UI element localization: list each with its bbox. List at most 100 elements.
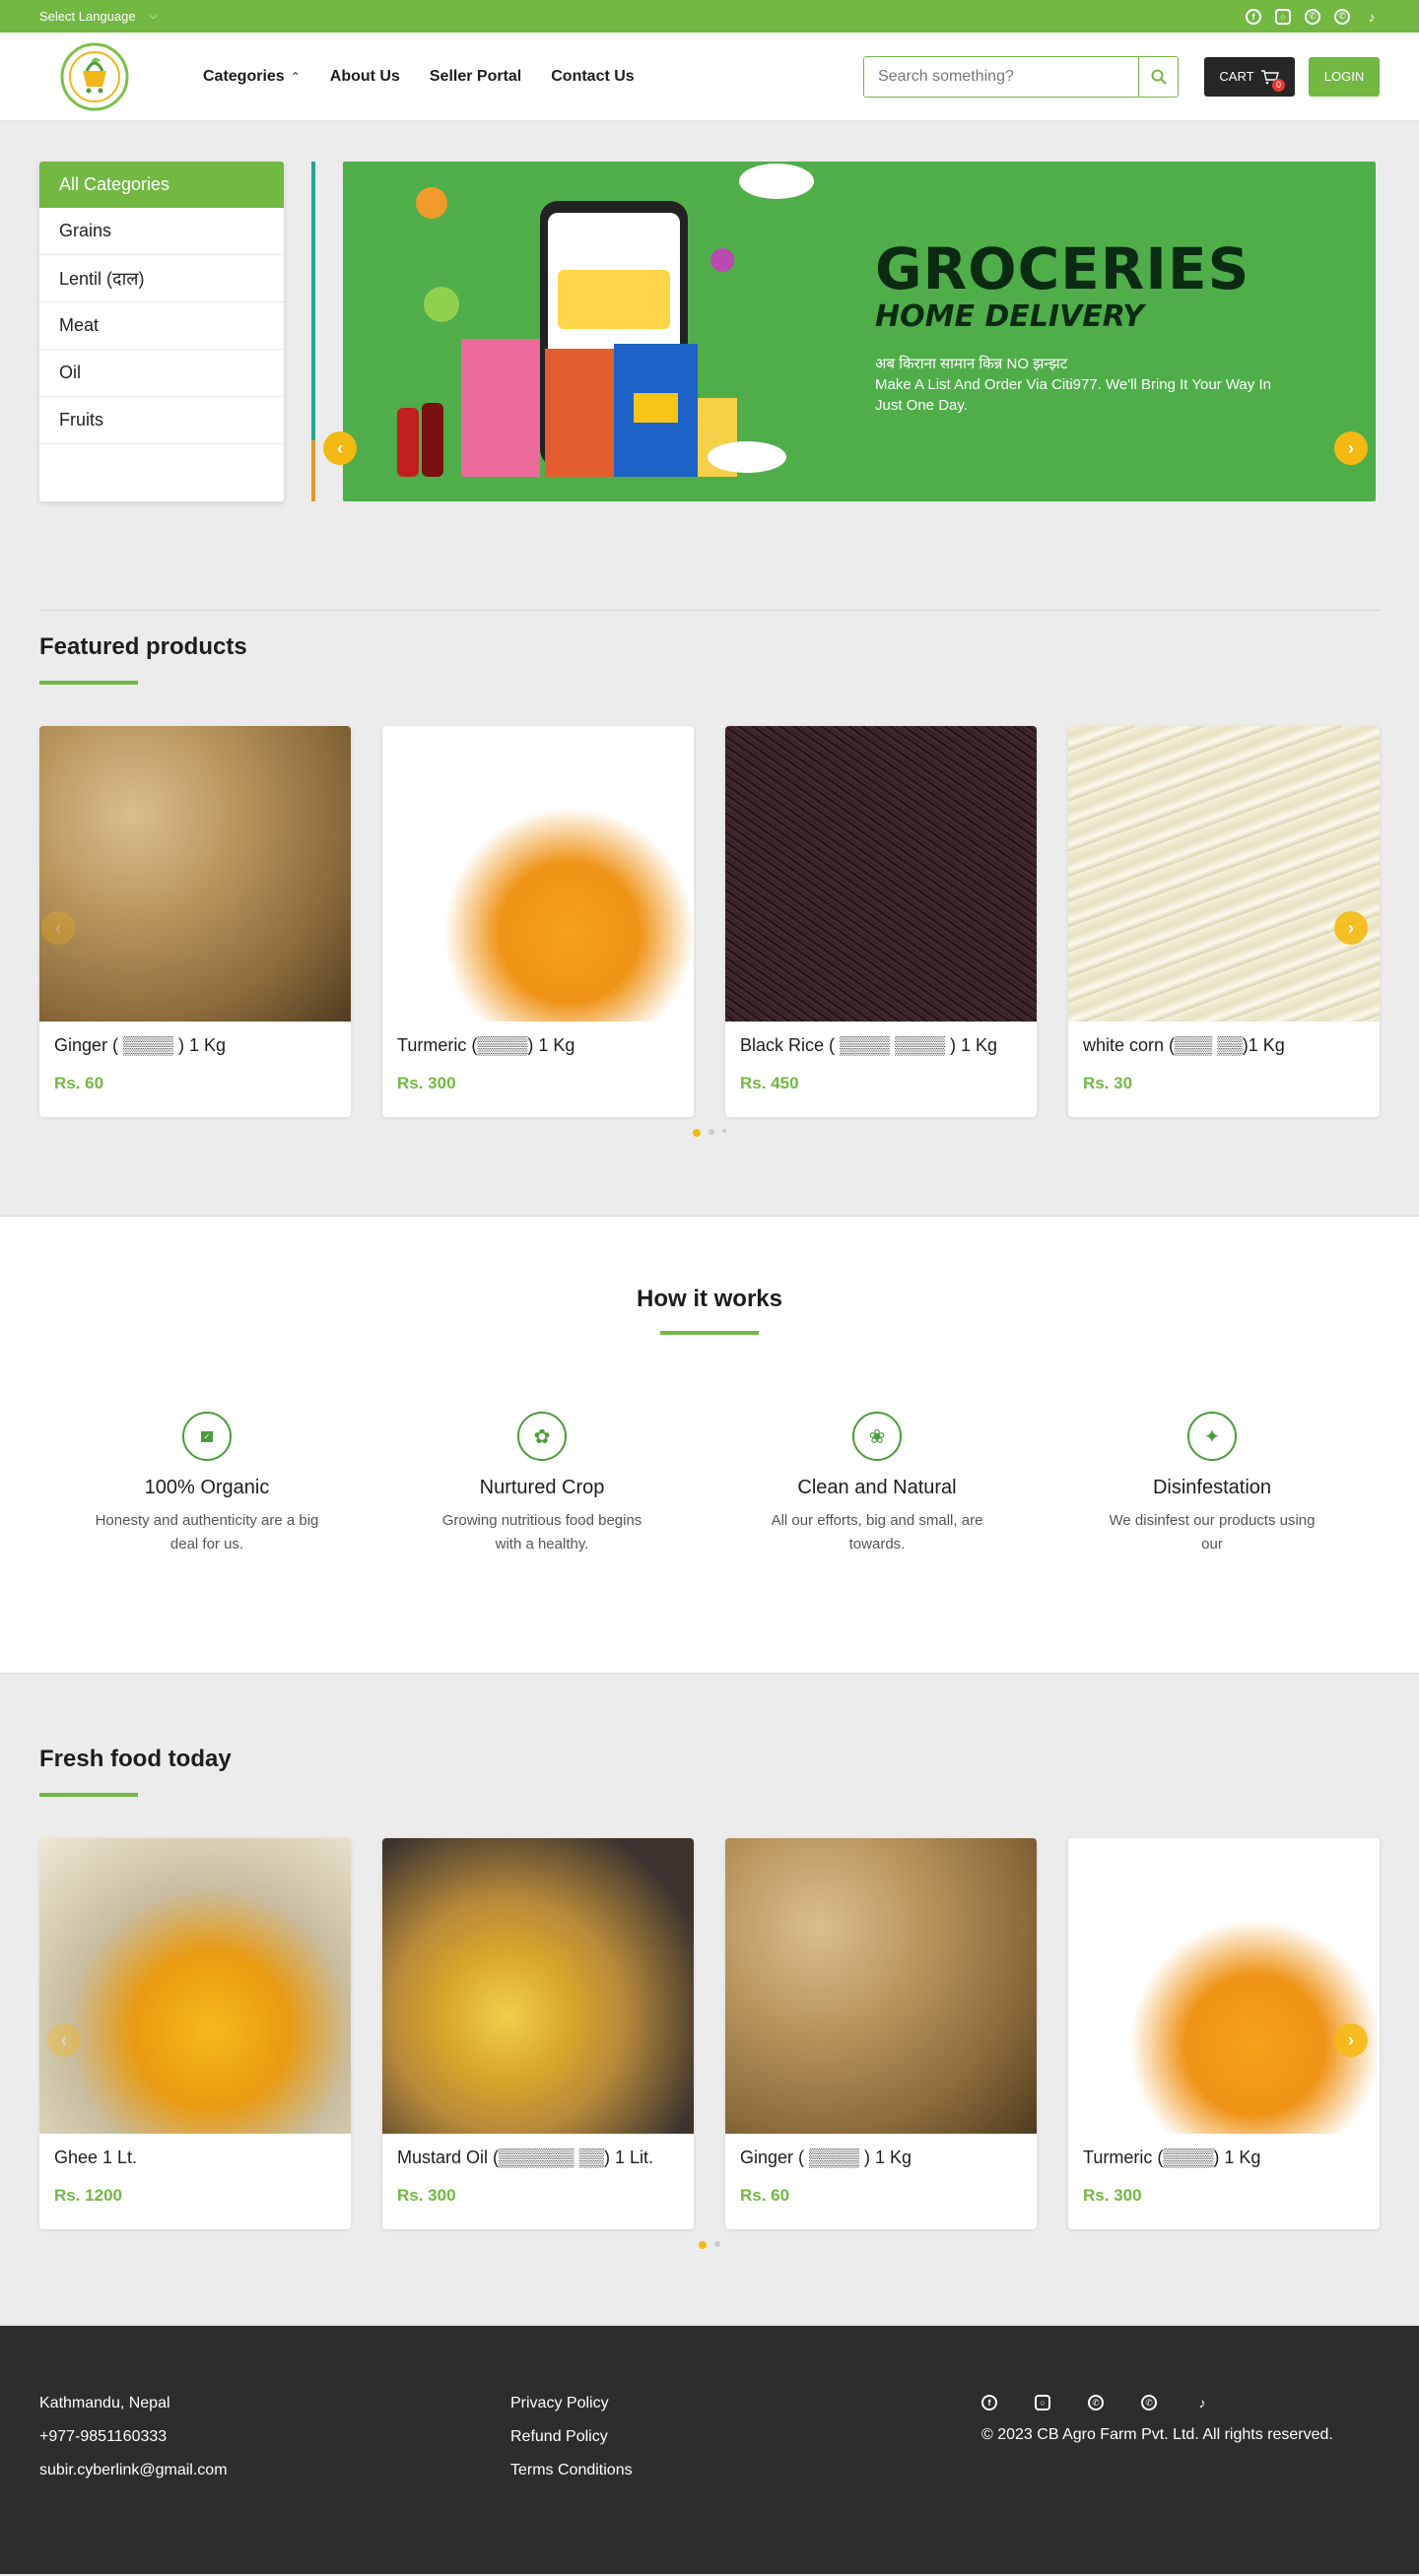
banner-groceries-illustration [397,164,814,477]
category-item-lentil[interactable]: Lentil (दाल) [39,255,284,302]
nav-about-us[interactable]: About Us [330,68,400,86]
product-name[interactable]: Black Rice ( ▒▒▒▒ ▒▒▒▒ ) 1 Kg [725,1022,1037,1056]
nav-categories[interactable]: Categories ⌃ [203,68,301,86]
nav-contact-us[interactable]: Contact Us [551,68,634,86]
product-card[interactable]: Black Rice ( ▒▒▒▒ ▒▒▒▒ ) 1 Kg Rs. 450 [725,726,1037,1117]
hero-section: All Categories Grains Lentil (दाल) Meat … [0,121,1419,610]
product-image[interactable] [382,1838,694,2134]
banner-subheadline: HOME DELIVERY [875,299,1144,334]
fresh-next-button[interactable]: › [1334,2023,1368,2057]
plant-circle-icon: ❀ [852,1412,902,1461]
all-categories-heading[interactable]: All Categories [39,162,284,208]
category-item-oil[interactable]: Oil [39,350,284,397]
hero-banner[interactable]: GROCERIES HOME DELIVERY अब किराना सामान … [343,162,1376,501]
banner-prev-button[interactable]: ‹ [323,431,357,465]
category-item-fruits[interactable]: Fruits [39,397,284,444]
product-image[interactable] [1068,1838,1380,2134]
feature-description: All our efforts, big and small, are towa… [771,1512,983,1552]
product-name[interactable]: Ginger ( ▒▒▒▒ ) 1 Kg [39,1022,351,1056]
product-image[interactable] [725,726,1037,1022]
title-underline [39,1793,138,1797]
feature-item: ✦ Disinfestation We disinfest our produc… [1045,1412,1380,1556]
refund-policy-link[interactable]: Refund Policy [510,2428,981,2446]
how-it-works-section: How it works ✓ 100% Organic Honesty and … [0,1216,1419,1674]
footer-social-links: f ○ ✆ ✆ ♪ [981,2395,1376,2411]
product-card[interactable]: Ginger ( ▒▒▒▒ ) 1 Kg Rs. 60 [39,726,351,1117]
product-card[interactable]: Turmeric (▒▒▒▒) 1 Kg Rs. 300 [382,726,694,1117]
product-image[interactable] [39,1838,351,2134]
pagination-dot[interactable] [722,1129,726,1133]
slide-preview-strip [311,162,315,501]
chevron-up-icon: ⌃ [290,69,301,84]
instagram-icon[interactable]: ○ [1035,2395,1050,2411]
footer-links: Privacy Policy Refund Policy Terms Condi… [510,2395,981,2574]
main-nav: Categories ⌃ About Us Seller Portal Cont… [203,68,635,86]
top-social-links: f ○ ✆ ✆ ♪ [1246,8,1380,25]
product-image[interactable] [725,1838,1037,2134]
product-card[interactable]: Ghee 1 Lt. Rs. 1200 [39,1838,351,2229]
feature-description: Honesty and authenticity are a big deal … [95,1512,319,1552]
cart-label: CART [1219,69,1254,84]
cart-button[interactable]: CART 0 [1204,56,1295,97]
facebook-icon[interactable]: f [981,2395,997,2411]
feature-title: Nurtured Crop [479,1477,605,1498]
tiktok-icon[interactable]: ♪ [1194,2395,1210,2411]
product-card[interactable]: Mustard Oil (▒▒▒▒▒▒ ▒▒) 1 Lit. Rs. 300 [382,1838,694,2229]
product-card[interactable]: Turmeric (▒▒▒▒) 1 Kg Rs. 300 [1068,1838,1380,2229]
product-card[interactable]: Ginger ( ▒▒▒▒ ) 1 Kg Rs. 60 [725,1838,1037,2229]
banner-next-button[interactable]: › [1334,431,1368,465]
nav-seller-portal[interactable]: Seller Portal [430,68,521,86]
product-price: Rs. 300 [1083,2186,1142,2205]
product-price: Rs. 1200 [54,2186,122,2205]
product-image[interactable] [382,726,694,1022]
privacy-policy-link[interactable]: Privacy Policy [510,2395,981,2412]
product-price: Rs. 30 [1083,1074,1133,1092]
tiktok-icon[interactable]: ♪ [1364,9,1380,25]
pagination-dot[interactable] [714,2241,720,2247]
site-footer: Kathmandu, Nepal +977-9851160333 subir.c… [0,2326,1419,2574]
viber-icon[interactable]: ✆ [1141,2395,1157,2411]
pagination-dot-active[interactable] [699,2241,707,2249]
pagination-dot[interactable] [709,1129,714,1135]
banner-copy: अब किराना सामान किन्न NO झन्झट Make A Li… [875,354,1299,416]
product-name[interactable]: Mustard Oil (▒▒▒▒▒▒ ▒▒) 1 Lit. [382,2134,694,2168]
fresh-prev-button[interactable]: ‹ [47,2023,81,2057]
viber-icon[interactable]: ✆ [1334,8,1350,25]
logo[interactable] [55,40,134,113]
product-card[interactable]: white corn (▒▒▒ ▒▒)1 Kg Rs. 30 [1068,726,1380,1117]
product-price: Rs. 60 [54,1074,104,1092]
terms-conditions-link[interactable]: Terms Conditions [510,2462,981,2479]
product-image[interactable] [1068,726,1380,1022]
category-item-grains[interactable]: Grains [39,208,284,255]
product-name[interactable]: Turmeric (▒▒▒▒) 1 Kg [382,1022,694,1056]
featured-next-button[interactable]: › [1334,911,1368,945]
search-icon [1151,69,1167,85]
feature-title: Disinfestation [1152,1477,1272,1498]
product-name[interactable]: white corn (▒▒▒ ▒▒)1 Kg [1068,1022,1380,1056]
footer-email[interactable]: subir.cyberlink@gmail.com [39,2462,510,2479]
feature-item: ✿ Nurtured Crop Growing nutritious food … [374,1412,710,1556]
footer-phone[interactable]: +977-9851160333 [39,2428,510,2446]
pagination-dot-active[interactable] [693,1129,701,1137]
feature-title: Clean and Natural [797,1477,957,1498]
product-image[interactable] [39,726,351,1022]
product-name[interactable]: Turmeric (▒▒▒▒) 1 Kg [1068,2134,1380,2168]
product-name[interactable]: Ghee 1 Lt. [39,2134,351,2168]
product-price: Rs. 60 [740,2186,790,2205]
facebook-icon[interactable]: f [1246,8,1261,25]
certified-badge-icon: ✓ [182,1412,232,1461]
featured-prev-button[interactable]: ‹ [41,911,75,945]
language-selector[interactable]: Select Language ⌵ [39,9,157,24]
category-item-meat[interactable]: Meat [39,302,284,350]
search-input[interactable] [864,56,1138,97]
nav-categories-label: Categories [203,67,285,85]
footer-social-block: f ○ ✆ ✆ ♪ © 2023 CB Agro Farm Pvt. Ltd. … [981,2395,1376,2574]
whatsapp-icon[interactable]: ✆ [1305,8,1320,25]
banner-headline-block: GROCERIES HOME DELIVERY [875,240,1250,334]
product-name[interactable]: Ginger ( ▒▒▒▒ ) 1 Kg [725,2134,1037,2168]
search-button[interactable] [1138,56,1178,97]
instagram-icon[interactable]: ○ [1275,8,1291,25]
login-button[interactable]: LOGIN [1309,56,1380,97]
whatsapp-icon[interactable]: ✆ [1088,2395,1104,2411]
title-underline [660,1331,759,1335]
